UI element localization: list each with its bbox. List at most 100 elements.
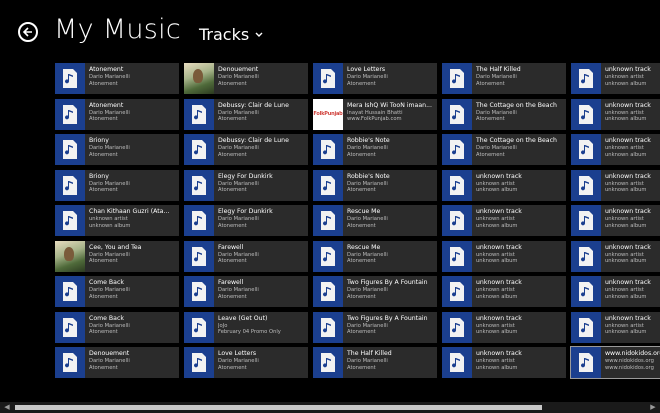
track-album: unknown album bbox=[605, 80, 647, 87]
music-note-icon bbox=[194, 109, 202, 119]
track-tile[interactable]: Love Letters Dario Marianelli Atonement bbox=[313, 63, 437, 94]
document-icon bbox=[63, 353, 77, 372]
track-album: Atonement bbox=[89, 187, 118, 193]
track-album: Atonement bbox=[218, 364, 247, 371]
document-icon bbox=[450, 175, 464, 195]
music-note-icon bbox=[323, 74, 331, 84]
track-tile[interactable]: Cee, You and Tea Dario Marianelli Atonemen… bbox=[55, 240, 179, 272]
track-tile[interactable]: Briony Dario Marianelli Atonement bbox=[55, 169, 179, 201]
track-tile[interactable]: Atonement Dario Marianelli Atonement bbox=[55, 63, 179, 94]
track-tile[interactable]: unknown track unknown artist unknown album bbox=[442, 276, 566, 307]
track-thumbnail bbox=[184, 276, 214, 307]
scroll-thumb[interactable] bbox=[15, 405, 542, 410]
track-tile[interactable]: unknown track unknown artist unknown album bbox=[571, 98, 660, 130]
track-album: Atonement bbox=[347, 222, 376, 229]
track-album: www.nidokidos.org bbox=[605, 364, 654, 371]
document-icon bbox=[63, 317, 77, 337]
track-tile[interactable]: Come Back Dario Marianelli Atonement bbox=[55, 276, 179, 307]
track-tile[interactable]: Atonement Dario Marianelli Atonement bbox=[55, 98, 179, 130]
track-album: unknown album bbox=[605, 151, 647, 158]
back-button[interactable] bbox=[18, 22, 38, 42]
track-tile[interactable]: Come Back Dario Marianelli Atonement bbox=[55, 311, 179, 343]
track-tile[interactable]: unknown track unknown artist unknown album bbox=[571, 240, 660, 272]
track-tile[interactable]: The Half Killed Dario Marianelli Atonement bbox=[313, 347, 437, 378]
track-tile[interactable]: unknown track unknown artist unknown album bbox=[571, 311, 660, 343]
document-icon bbox=[450, 140, 464, 159]
document-icon bbox=[450, 353, 464, 372]
track-tile[interactable]: The Half Killed Dario Marianelli Atonement bbox=[442, 63, 566, 94]
track-meta: Two Figures By A Fountain Dario Marianell… bbox=[347, 315, 435, 336]
track-title: The Half Killed bbox=[476, 66, 521, 73]
document-icon bbox=[192, 175, 206, 195]
track-meta: Love Letters Dario Marianelli Atonement bbox=[218, 350, 306, 371]
music-note-icon bbox=[581, 322, 589, 332]
track-album: Atonement bbox=[347, 364, 376, 371]
track-tile[interactable]: Denouement Dario Marianelli Atonement bbox=[55, 347, 179, 378]
horizontal-scrollbar[interactable]: ◀ ▶ bbox=[0, 402, 660, 413]
track-meta: Elegy For Dunkirk Dario Marianelli Atoneme… bbox=[218, 208, 306, 229]
track-tile[interactable]: Rescue Me Dario Marianelli Atonement bbox=[313, 240, 437, 272]
view-picker-label: Tracks bbox=[199, 25, 250, 44]
track-thumbnail bbox=[313, 347, 343, 378]
track-tile[interactable]: Chan Kithaan Guzri (Ata... unknown artist… bbox=[55, 205, 179, 236]
track-tile[interactable]: Elegy For Dunkirk Dario Marianelli Atoneme… bbox=[184, 169, 308, 201]
track-tile[interactable]: Love Letters Dario Marianelli Atonement bbox=[184, 347, 308, 378]
track-tile[interactable]: Two Figures By A Fountain Dario Marianell… bbox=[313, 311, 437, 343]
track-tile[interactable]: Debussy: Clair de Lune Dario Marianelli At… bbox=[184, 98, 308, 130]
album-art-image bbox=[55, 240, 85, 272]
track-tile[interactable]: FolkPunjab Mera IshQ Wi TooN imaan... Inay… bbox=[313, 98, 437, 130]
view-picker[interactable]: Tracks bbox=[199, 25, 263, 44]
track-tile[interactable]: unknown track unknown artist unknown album bbox=[571, 205, 660, 236]
track-tile[interactable]: www.nidokidos.org www.nidokidos.org www.ni… bbox=[570, 346, 660, 379]
track-title: Denouement bbox=[89, 350, 130, 357]
track-title: www.nidokidos.org bbox=[605, 350, 660, 357]
track-title: Rescue Me bbox=[347, 243, 381, 251]
track-tile[interactable]: unknown track unknown artist unknown album bbox=[442, 311, 566, 343]
track-tile[interactable]: unknown track unknown artist unknown album bbox=[571, 169, 660, 201]
music-note-icon bbox=[194, 287, 202, 297]
track-thumbnail bbox=[184, 240, 214, 272]
scroll-left-arrow[interactable]: ◀ bbox=[3, 404, 11, 411]
track-album: Atonement bbox=[218, 151, 247, 158]
track-title: Love Letters bbox=[218, 350, 257, 357]
track-tile[interactable]: The Cottage on the Beach Dario Marianelli… bbox=[442, 134, 566, 165]
track-tile[interactable]: unknown track unknown artist unknown album bbox=[442, 169, 566, 201]
track-tile[interactable]: Robbie's Note Dario Marianelli Atonement bbox=[313, 134, 437, 165]
track-meta: Two Figures By A Fountain Dario Marianell… bbox=[347, 279, 435, 300]
track-title: unknown track bbox=[605, 314, 651, 322]
track-tile[interactable]: Farewell Dario Marianelli Atonement bbox=[184, 240, 308, 272]
track-tile[interactable]: Robbie's Note Dario Marianelli Atonement bbox=[313, 169, 437, 201]
track-title: unknown track bbox=[476, 314, 522, 322]
music-note-icon bbox=[323, 216, 331, 226]
track-tile[interactable]: Debussy: Clair de Lune Dario Marianelli At… bbox=[184, 134, 308, 165]
page-title: My Music bbox=[54, 14, 182, 45]
track-tile[interactable]: Elegy For Dunkirk Dario Marianelli Atoneme… bbox=[184, 205, 308, 236]
track-title: The Cottage on the Beach bbox=[476, 101, 557, 109]
music-note-icon bbox=[65, 145, 73, 155]
track-title: The Half Killed bbox=[347, 350, 392, 357]
music-note-icon bbox=[65, 109, 73, 119]
track-tile[interactable]: The Cottage on the Beach Dario Marianelli… bbox=[442, 98, 566, 130]
track-thumbnail bbox=[55, 98, 85, 130]
track-tile[interactable]: unknown track unknown artist unknown album bbox=[571, 63, 660, 94]
scroll-right-arrow[interactable]: ▶ bbox=[649, 404, 657, 411]
track-tile[interactable]: unknown track unknown artist unknown album bbox=[442, 205, 566, 236]
track-tile[interactable]: Two Figures By A Fountain Dario Marianell… bbox=[313, 276, 437, 307]
music-note-icon bbox=[323, 180, 331, 190]
track-tile[interactable]: Farewell Dario Marianelli Atonement bbox=[184, 276, 308, 307]
track-tile[interactable]: Briony Dario Marianelli Atonement bbox=[55, 134, 179, 165]
track-meta: unknown track unknown artist unknown album bbox=[476, 315, 564, 336]
track-title: unknown track bbox=[605, 137, 651, 144]
track-thumbnail bbox=[442, 169, 472, 201]
track-tile[interactable]: Rescue Me Dario Marianelli Atonement bbox=[313, 205, 437, 236]
track-tile[interactable]: Leave (Get Out) JoJo February 04 Promo Onl… bbox=[184, 311, 308, 343]
track-tile[interactable]: Denouement Dario Marianelli Atonement bbox=[184, 63, 308, 94]
track-album: unknown album bbox=[89, 222, 131, 229]
track-tile[interactable]: unknown track unknown artist unknown album bbox=[442, 347, 566, 378]
track-meta: unknown track unknown artist unknown album bbox=[605, 102, 660, 123]
track-tile[interactable]: unknown track unknown artist unknown album bbox=[442, 240, 566, 272]
track-tile[interactable]: unknown track unknown artist unknown album bbox=[571, 134, 660, 165]
music-note-icon bbox=[194, 322, 202, 332]
music-note-icon bbox=[65, 287, 73, 297]
track-tile[interactable]: unknown track unknown artist unknown album bbox=[571, 276, 660, 307]
